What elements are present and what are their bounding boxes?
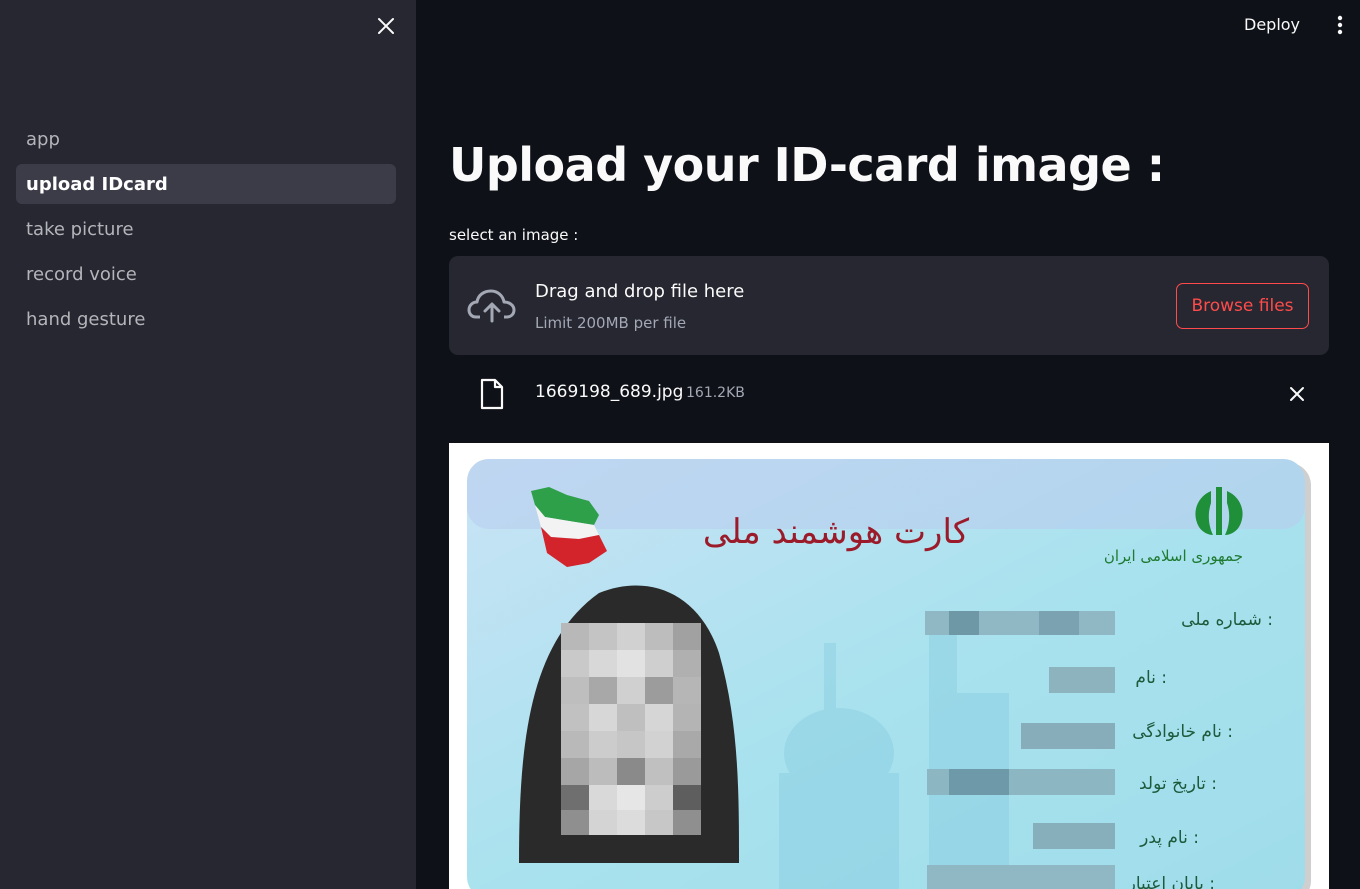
sidebar-item-label: hand gesture — [26, 308, 146, 330]
sidebar: app upload IDcard take picture record vo… — [0, 0, 416, 889]
sidebar-item-label: record voice — [26, 263, 137, 285]
field-father-name-label: نام پدر : — [1139, 828, 1199, 848]
sidebar-item-app[interactable]: app — [16, 119, 396, 159]
sidebar-nav: app upload IDcard take picture record vo… — [16, 119, 396, 344]
field-name-label: نام : — [1135, 668, 1167, 688]
dropzone-instructions: Drag and drop file here — [535, 281, 745, 302]
file-name: 1669198_689.jpg — [535, 382, 684, 402]
file-size: 161.2KB — [686, 385, 745, 401]
issuer-text: جمهوری اسلامی ایران — [1104, 547, 1243, 565]
main-menu-button[interactable] — [1328, 12, 1352, 38]
field-birthdate-label: تاریخ تولد : — [1139, 774, 1217, 794]
uploaded-image: جمهوری اسلامی ایران کارت هوشمند ملی شمار… — [449, 443, 1329, 889]
close-sidebar-button[interactable] — [372, 12, 400, 40]
id-card-image: جمهوری اسلامی ایران کارت هوشمند ملی شمار… — [449, 443, 1329, 889]
file-dropzone[interactable]: Drag and drop file here Limit 200MB per … — [449, 256, 1329, 355]
dropzone-limit: Limit 200MB per file — [535, 314, 687, 332]
sidebar-item-take-picture[interactable]: take picture — [16, 209, 396, 249]
deploy-button[interactable]: Deploy — [1244, 12, 1300, 38]
remove-file-button[interactable] — [1285, 382, 1309, 406]
sidebar-item-label: upload IDcard — [26, 173, 168, 195]
field-expiry-label: پایان اعتبار : — [1127, 874, 1215, 889]
browse-files-button[interactable]: Browse files — [1176, 283, 1309, 329]
uploaded-file-row: 1669198_689.jpg 161.2KB — [449, 372, 1329, 418]
close-icon — [1290, 387, 1304, 401]
sidebar-item-hand-gesture[interactable]: hand gesture — [16, 299, 396, 339]
uploader-label: select an image : — [449, 226, 579, 244]
main-content: Deploy Upload your ID-card image : selec… — [416, 0, 1360, 889]
field-national-id-label: شماره ملی : — [1181, 610, 1273, 630]
sidebar-item-record-voice[interactable]: record voice — [16, 254, 396, 294]
sidebar-item-upload-idcard[interactable]: upload IDcard — [16, 164, 396, 204]
card-title-text: کارت هوشمند ملی — [703, 512, 970, 552]
sidebar-item-label: app — [26, 128, 60, 150]
field-surname-label: نام خانوادگی : — [1132, 721, 1233, 742]
more-vertical-icon — [1337, 15, 1343, 35]
close-icon — [378, 18, 394, 34]
page-title: Upload your ID-card image : — [449, 138, 1165, 192]
cloud-upload-icon — [467, 289, 516, 323]
file-icon — [480, 378, 504, 410]
sidebar-item-label: take picture — [26, 218, 134, 240]
